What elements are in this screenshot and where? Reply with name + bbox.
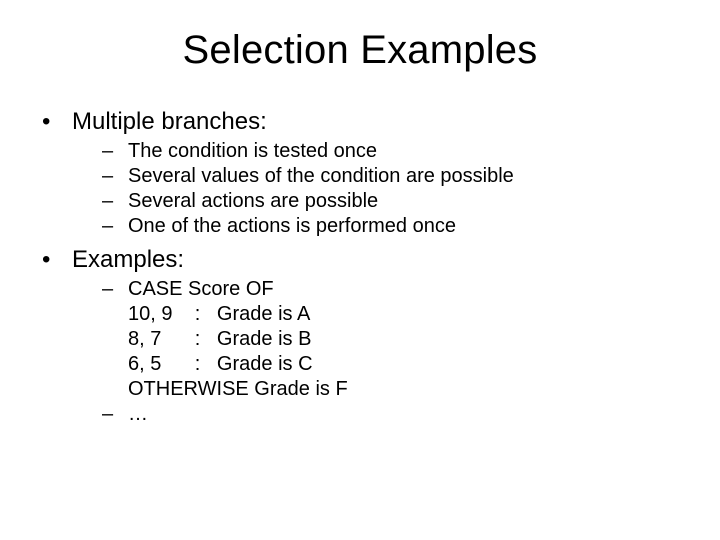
code-line: 6, 5 : Grade is C	[128, 352, 313, 377]
dash-icon: –	[102, 164, 128, 189]
list-item: – One of the actions is performed once	[42, 214, 678, 239]
code-line: OTHERWISE Grade is F	[128, 377, 348, 402]
list-item: – Several actions are possible	[42, 189, 678, 214]
bullet-icon: •	[42, 245, 72, 275]
list-item-text: The condition is tested once	[128, 139, 377, 164]
page-title: Selection Examples	[42, 28, 678, 73]
list-item-text: Several actions are possible	[128, 189, 378, 214]
ellipsis-text: …	[128, 402, 148, 427]
code-line: 10, 9 : Grade is A	[128, 302, 310, 327]
code-line-row: 8, 7 : Grade is B	[42, 327, 678, 352]
list-item: – Several values of the condition are po…	[42, 164, 678, 189]
section-multiple-branches: • Multiple branches:	[42, 107, 678, 137]
list-item-ellipsis: – …	[42, 402, 678, 427]
dash-icon: –	[102, 189, 128, 214]
list-item-text: Several values of the condition are poss…	[128, 164, 514, 189]
dash-icon: –	[102, 402, 128, 427]
code-line: CASE Score OF	[128, 277, 274, 302]
code-block-header: – CASE Score OF	[42, 277, 678, 302]
list-item: – The condition is tested once	[42, 139, 678, 164]
section-label: Examples:	[72, 245, 184, 275]
section-label: Multiple branches:	[72, 107, 267, 137]
list-item-text: One of the actions is performed once	[128, 214, 456, 239]
code-line: 8, 7 : Grade is B	[128, 327, 311, 352]
bullet-icon: •	[42, 107, 72, 137]
section-examples: • Examples:	[42, 245, 678, 275]
dash-icon: –	[102, 214, 128, 239]
code-line-row: OTHERWISE Grade is F	[42, 377, 678, 402]
dash-icon: –	[102, 277, 128, 302]
dash-icon: –	[102, 139, 128, 164]
code-line-row: 10, 9 : Grade is A	[42, 302, 678, 327]
code-line-row: 6, 5 : Grade is C	[42, 352, 678, 377]
